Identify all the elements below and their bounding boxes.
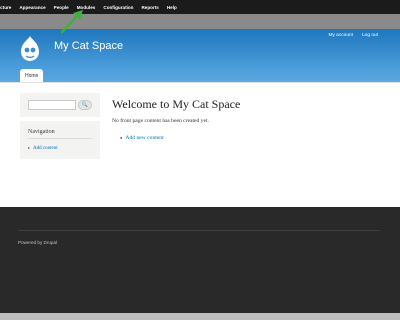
nav-item-add-content[interactable]: ▸ Add content bbox=[28, 145, 58, 151]
bullet-icon: ● bbox=[120, 135, 123, 140]
divider bbox=[18, 230, 380, 231]
site-name[interactable]: My Cat Space bbox=[54, 40, 123, 52]
bullet-icon: ▸ bbox=[28, 145, 31, 150]
navigation-title: Navigation bbox=[28, 129, 55, 135]
divider bbox=[28, 138, 92, 139]
page-title: Welcome to My Cat Space bbox=[112, 97, 241, 111]
toolbar-item-structure[interactable]: tructure bbox=[0, 5, 15, 10]
toolbar-item-appearance[interactable]: Appearance bbox=[15, 5, 49, 10]
site-footer: Powered by Drupal bbox=[0, 207, 400, 320]
toolbar-item-reports[interactable]: Reports bbox=[137, 5, 162, 10]
search-icon: 🔍 bbox=[81, 102, 89, 108]
log-out-link[interactable]: Log out bbox=[362, 33, 378, 38]
green-arrow-icon bbox=[60, 10, 83, 34]
search-input[interactable] bbox=[28, 100, 76, 110]
navigation-block: Navigation ▸ Add content bbox=[20, 121, 100, 159]
powered-by-text[interactable]: Powered by Drupal bbox=[18, 240, 57, 245]
add-new-content-link[interactable]: ● Add new content bbox=[120, 135, 164, 141]
secondary-menu: My account Log out bbox=[328, 33, 378, 38]
drupal-logo-icon[interactable] bbox=[18, 35, 42, 63]
tab-home[interactable]: Home bbox=[20, 69, 44, 82]
toolbar-item-configuration[interactable]: Configuration bbox=[99, 5, 137, 10]
toolbar-item-help[interactable]: Help bbox=[163, 5, 181, 10]
link-label: Add new content bbox=[125, 135, 164, 141]
my-account-link[interactable]: My account bbox=[328, 33, 353, 38]
search-block: 🔍 bbox=[20, 93, 100, 117]
empty-message: No front page content has been created y… bbox=[112, 118, 209, 124]
divider bbox=[0, 82, 400, 83]
window-bottom-edge bbox=[0, 313, 400, 320]
search-button[interactable]: 🔍 bbox=[78, 100, 92, 110]
nav-item-label: Add content bbox=[33, 146, 58, 151]
